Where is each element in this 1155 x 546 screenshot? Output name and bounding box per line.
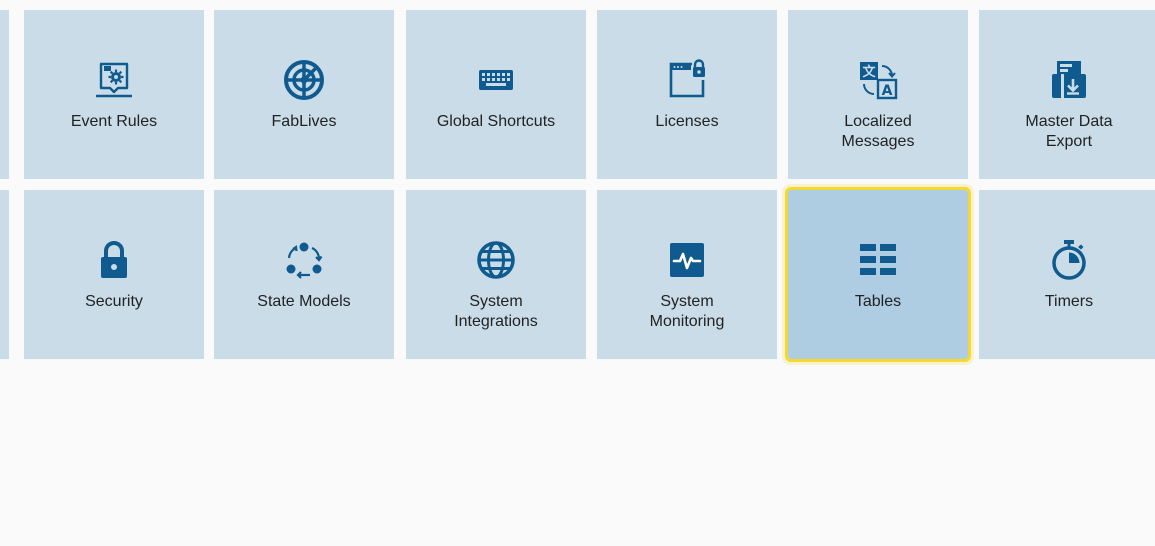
licenses-icon	[665, 58, 709, 102]
settings-tile-grid: Event Rules FabLives Global Shortcuts Li…	[0, 0, 1155, 546]
svg-text:文: 文	[862, 64, 876, 80]
stopwatch-icon	[1047, 238, 1091, 282]
tile-label: FabLives	[271, 113, 337, 130]
table-grid-icon	[856, 238, 900, 282]
globe-icon	[474, 238, 518, 282]
tile-label: Tables	[854, 293, 902, 310]
tile-system-integrations[interactable]: System Integrations	[406, 190, 586, 359]
tile-system-monitoring[interactable]: System Monitoring	[597, 190, 777, 359]
tile-label: Licenses	[655, 113, 719, 130]
data-export-icon	[1047, 58, 1091, 102]
lock-icon	[92, 238, 136, 282]
translate-icon: 文 A	[856, 58, 900, 102]
state-cycle-icon	[282, 238, 326, 282]
fablives-icon	[282, 58, 326, 102]
tile-global-shortcuts[interactable]: Global Shortcuts	[406, 10, 586, 179]
tile-fablives[interactable]: FabLives	[214, 10, 394, 179]
pulse-monitor-icon	[665, 238, 709, 282]
svg-text:A: A	[882, 83, 893, 99]
tile-security[interactable]: Security	[24, 190, 204, 359]
tile-label: System Monitoring	[649, 293, 725, 330]
tile-label: Event Rules	[70, 113, 158, 130]
tile-label: Localized Messages	[841, 113, 915, 150]
keyboard-icon	[474, 58, 518, 102]
tile-label: Timers	[1044, 293, 1094, 310]
tile-label: Master Data Export	[1025, 113, 1113, 150]
tile-state-models[interactable]: State Models	[214, 190, 394, 359]
tile-localized-messages[interactable]: 文 A Localized Messages	[788, 10, 968, 179]
tile-label: Global Shortcuts	[436, 113, 556, 130]
left-tile-edge-row-1	[0, 10, 9, 179]
event-rules-icon	[92, 58, 136, 102]
tile-label: System Integrations	[454, 293, 538, 330]
tile-licenses[interactable]: Licenses	[597, 10, 777, 179]
tile-tables[interactable]: Tables	[785, 187, 971, 362]
left-tile-edge-row-2	[0, 190, 9, 359]
tile-label: State Models	[257, 293, 351, 310]
tile-timers[interactable]: Timers	[979, 190, 1155, 359]
tile-event-rules[interactable]: Event Rules	[24, 10, 204, 179]
tile-master-data-export[interactable]: Master Data Export	[979, 10, 1155, 179]
tile-label: Security	[85, 293, 143, 310]
